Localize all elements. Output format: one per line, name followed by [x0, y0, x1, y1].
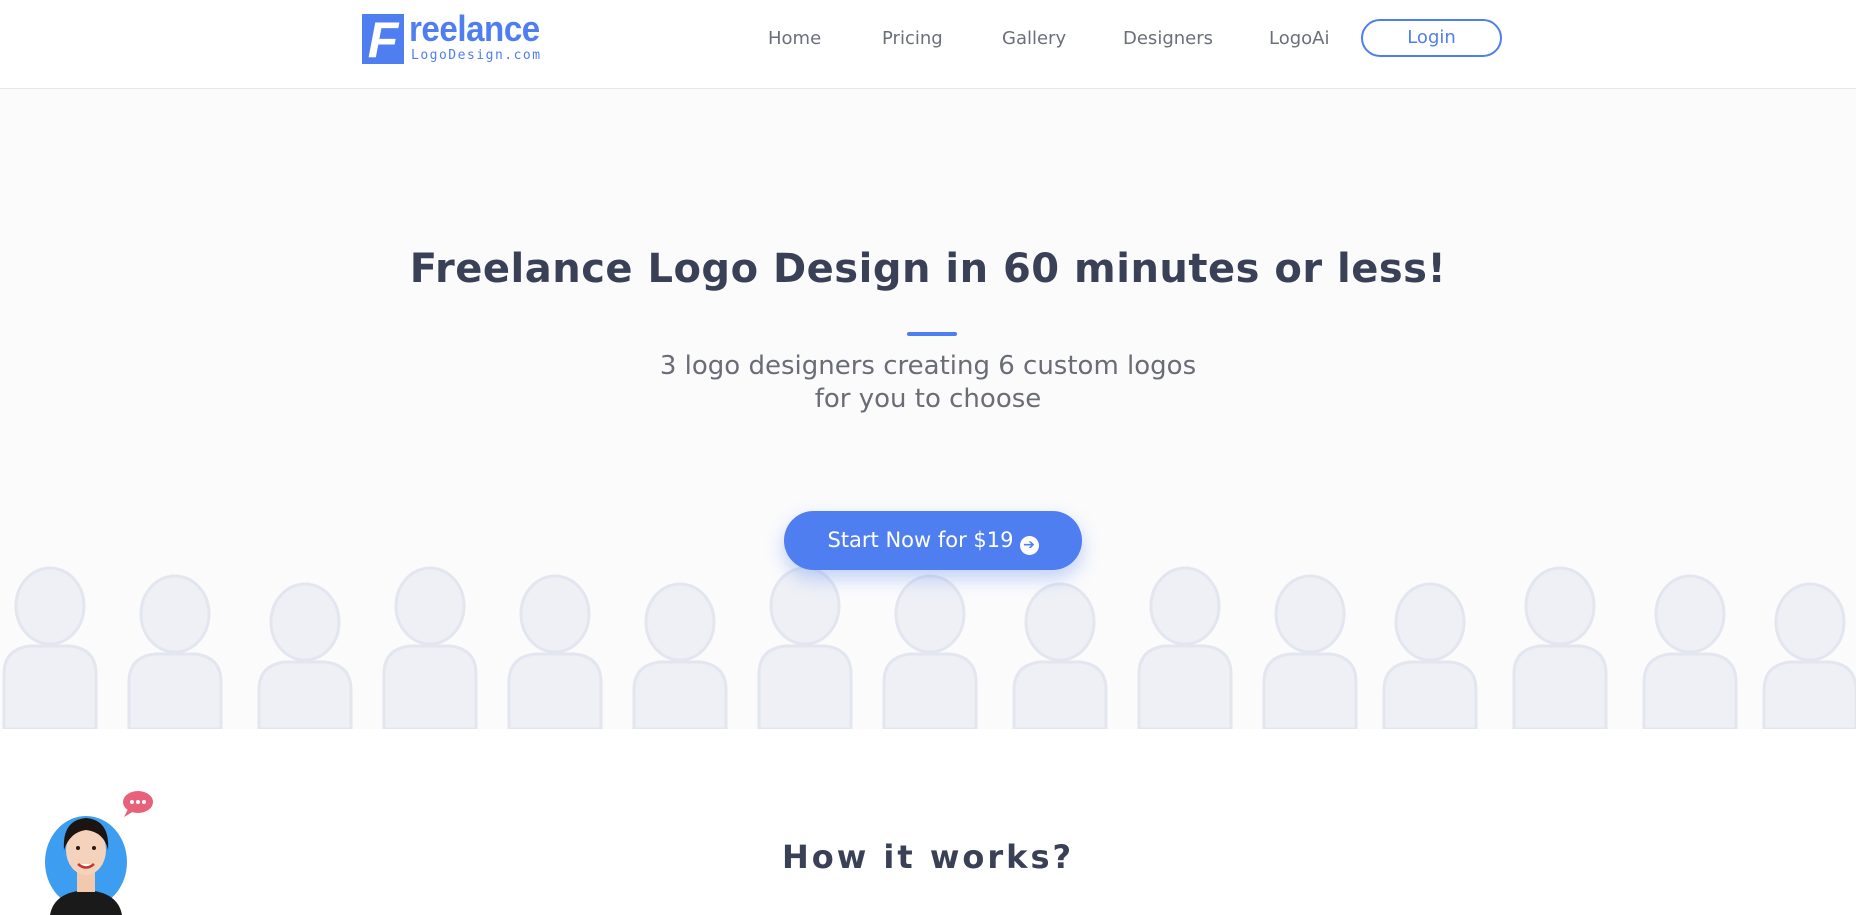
- start-now-label: Start Now for $19: [827, 528, 1014, 552]
- site-header: F reelance LogoDesign.com Home Pricing G…: [0, 0, 1856, 89]
- logo-subtext: LogoDesign.com: [411, 48, 542, 63]
- brand-logo[interactable]: F reelance LogoDesign.com: [362, 8, 542, 66]
- login-button[interactable]: Login: [1361, 19, 1502, 57]
- nav-gallery[interactable]: Gallery: [1002, 28, 1066, 49]
- arrow-circle-right-icon: ➔: [1019, 536, 1039, 555]
- logo-letter-mark: F: [362, 14, 404, 66]
- hero-subtitle: 3 logo designers creating 6 custom logos…: [0, 350, 1856, 416]
- chat-agent-avatar[interactable]: [44, 800, 128, 915]
- start-now-button[interactable]: Start Now for $19 ➔: [784, 511, 1082, 570]
- nav-pricing[interactable]: Pricing: [882, 28, 943, 49]
- hero-title: Freelance Logo Design in 60 minutes or l…: [409, 246, 1447, 292]
- how-it-works-title: How it works?: [781, 838, 1075, 876]
- logo-wordmark: reelance: [409, 8, 540, 49]
- people-illustration: [2, 566, 1856, 729]
- hero-section: Freelance Logo Design in 60 minutes or l…: [0, 89, 1856, 729]
- hero-subtitle-line1: 3 logo designers creating 6 custom logos: [659, 351, 1197, 381]
- nav-logoai[interactable]: LogoAi: [1269, 28, 1329, 49]
- nav-designers[interactable]: Designers: [1123, 28, 1213, 49]
- title-divider: [907, 332, 957, 336]
- hero-subtitle-line2: for you to choose: [814, 384, 1042, 414]
- nav-home[interactable]: Home: [768, 28, 821, 49]
- chat-bubble-icon[interactable]: [122, 790, 154, 818]
